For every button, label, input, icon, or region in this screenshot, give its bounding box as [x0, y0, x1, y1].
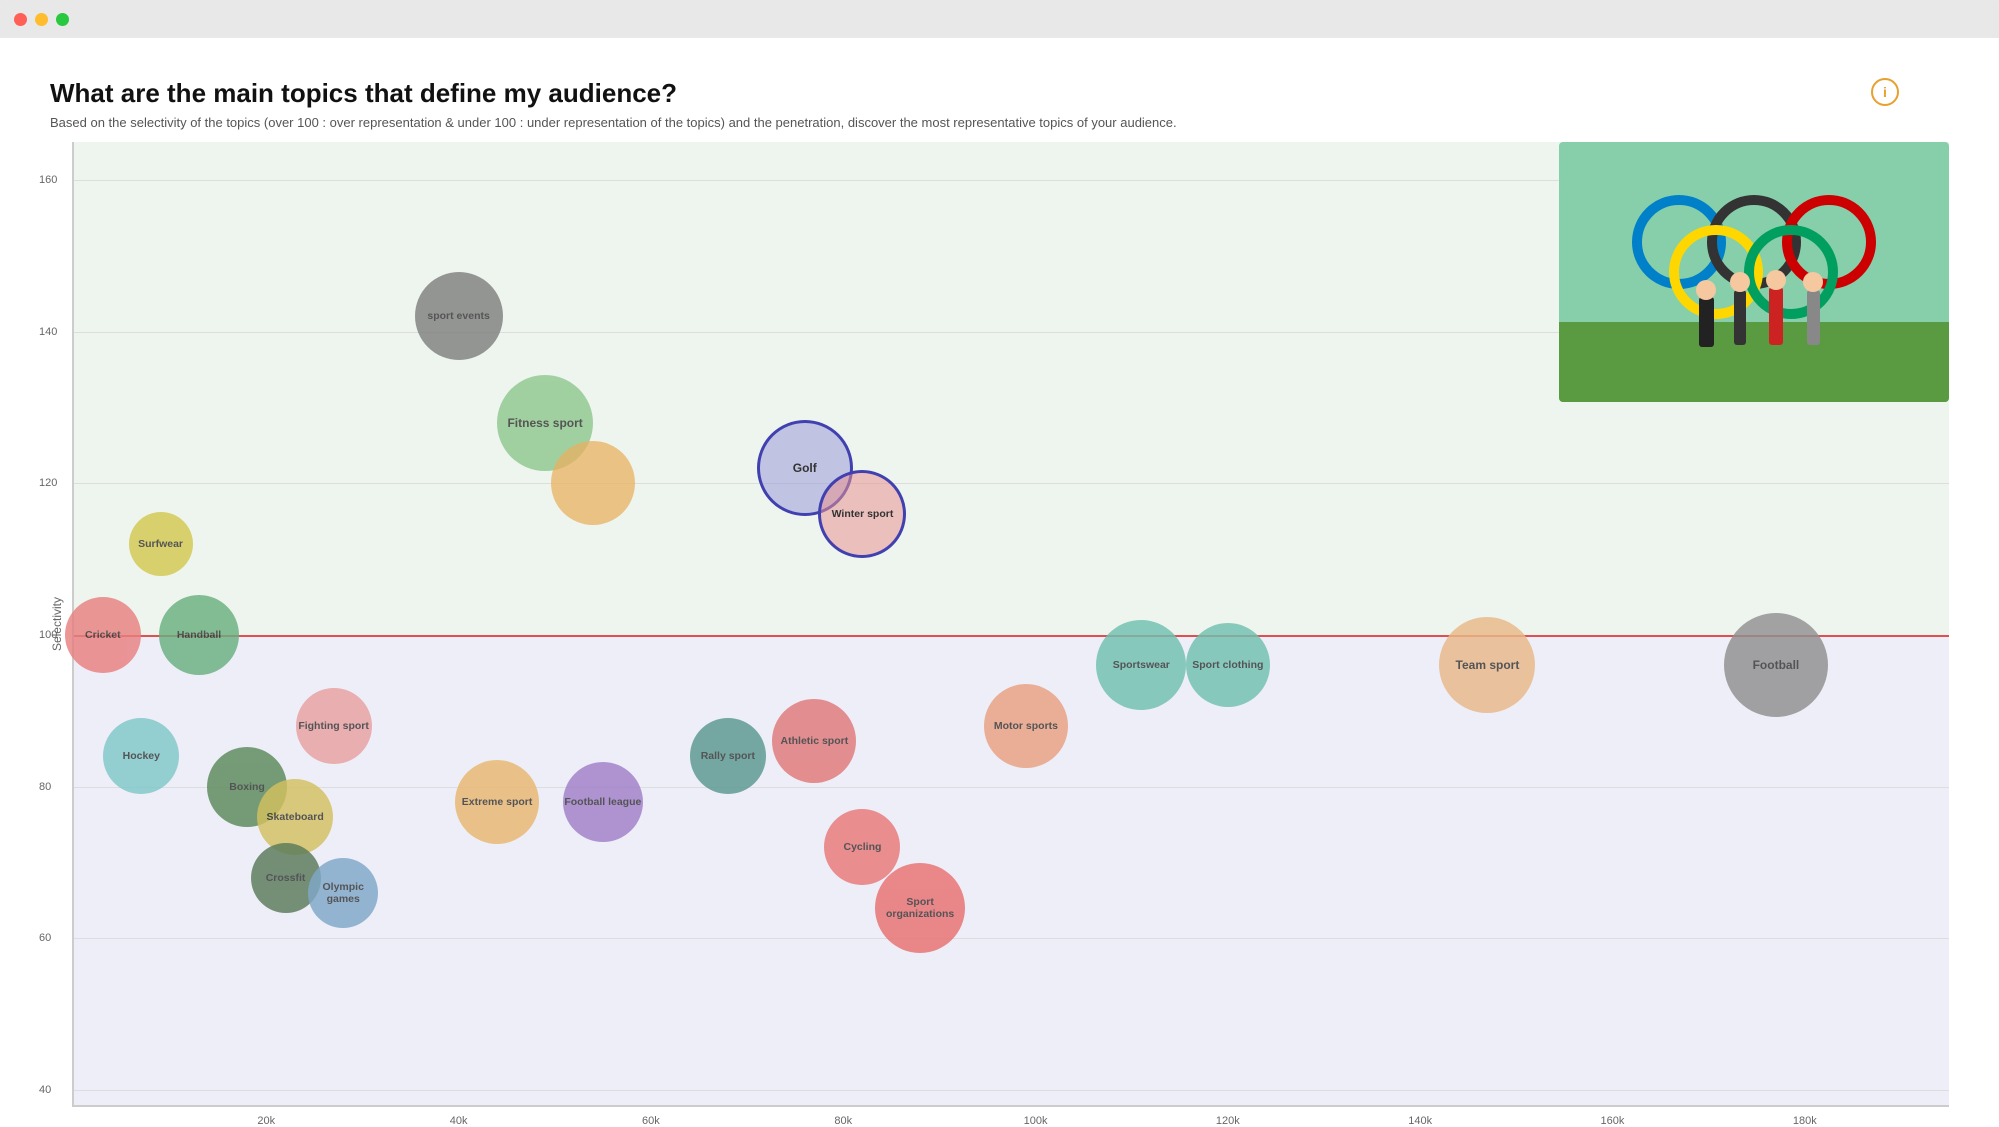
- grid-line-80: [74, 787, 1949, 788]
- page-subtitle: Based on the selectivity of the topics (…: [50, 115, 1250, 130]
- reference-line: [74, 635, 1949, 637]
- y-axis-label: Selectivity: [50, 597, 64, 651]
- chart-inner: 160 140 120 100 80 60 40 20k 40k 60k 80k…: [72, 142, 1949, 1107]
- bubble-sport_events[interactable]: sport events: [415, 272, 503, 360]
- bubble-football_league[interactable]: Football league: [563, 762, 643, 842]
- bubble-football[interactable]: Football: [1724, 613, 1828, 717]
- bubble-team_sport[interactable]: Team sport: [1439, 617, 1535, 713]
- bubble-surfwear[interactable]: Surfwear: [129, 512, 193, 576]
- chart-image: [1559, 142, 1949, 402]
- grid-line-60: [74, 938, 1949, 939]
- titlebar: [0, 0, 1999, 38]
- bubble-winter_sport[interactable]: Winter sport: [818, 470, 906, 558]
- bubble-sportswear[interactable]: Sportswear: [1096, 620, 1186, 710]
- y-tick-60: 60: [39, 932, 51, 944]
- x-tick-160k: 160k: [1601, 1115, 1625, 1127]
- bubble-rally_sport[interactable]: Rally sport: [690, 718, 766, 794]
- bubble-sport_clothing[interactable]: Sport clothing: [1186, 623, 1270, 707]
- y-tick-100: 100: [39, 629, 57, 641]
- bubble-hockey[interactable]: Hockey: [103, 718, 179, 794]
- x-tick-60k: 60k: [642, 1115, 660, 1127]
- main-content: What are the main topics that define my …: [0, 38, 1999, 1127]
- y-tick-40: 40: [39, 1084, 51, 1096]
- x-tick-100k: 100k: [1024, 1115, 1048, 1127]
- maximize-button[interactable]: [56, 13, 69, 26]
- x-tick-40k: 40k: [450, 1115, 468, 1127]
- bubble-cricket[interactable]: Cricket: [65, 597, 141, 673]
- chart-wrapper: Selectivity 160: [50, 142, 1949, 1107]
- grid-line-40: [74, 1090, 1949, 1091]
- info-icon[interactable]: i: [1871, 78, 1899, 106]
- y-tick-80: 80: [39, 781, 51, 793]
- x-tick-80k: 80k: [834, 1115, 852, 1127]
- bubble-handball[interactable]: Handball: [159, 595, 239, 675]
- bubble-athletic_sport[interactable]: Athletic sport: [772, 699, 856, 783]
- app-window: What are the main topics that define my …: [0, 0, 1999, 1127]
- bubble-extreme_sport[interactable]: Extreme sport: [455, 760, 539, 844]
- chart-area: 160 140 120 100 80 60 40 20k 40k 60k 80k…: [72, 142, 1949, 1107]
- y-tick-160: 160: [39, 174, 57, 186]
- y-tick-120: 120: [39, 477, 57, 489]
- page-header: What are the main topics that define my …: [50, 78, 1949, 130]
- x-tick-180k: 180k: [1793, 1115, 1817, 1127]
- close-button[interactable]: [14, 13, 27, 26]
- bubble-olympic_games[interactable]: Olympic games: [308, 858, 378, 928]
- x-tick-20k: 20k: [257, 1115, 275, 1127]
- grid-line-120: [74, 483, 1949, 484]
- bubble-fighting_sport[interactable]: Fighting sport: [296, 688, 372, 764]
- x-tick-140k: 140k: [1408, 1115, 1432, 1127]
- page-title: What are the main topics that define my …: [50, 78, 1949, 109]
- bubble-motor_sports[interactable]: Motor sports: [984, 684, 1068, 768]
- bubble-fitness-orange[interactable]: [551, 441, 635, 525]
- bubble-sport_organizations[interactable]: Sport organizations: [875, 863, 965, 953]
- minimize-button[interactable]: [35, 13, 48, 26]
- y-tick-140: 140: [39, 326, 57, 338]
- x-tick-120k: 120k: [1216, 1115, 1240, 1127]
